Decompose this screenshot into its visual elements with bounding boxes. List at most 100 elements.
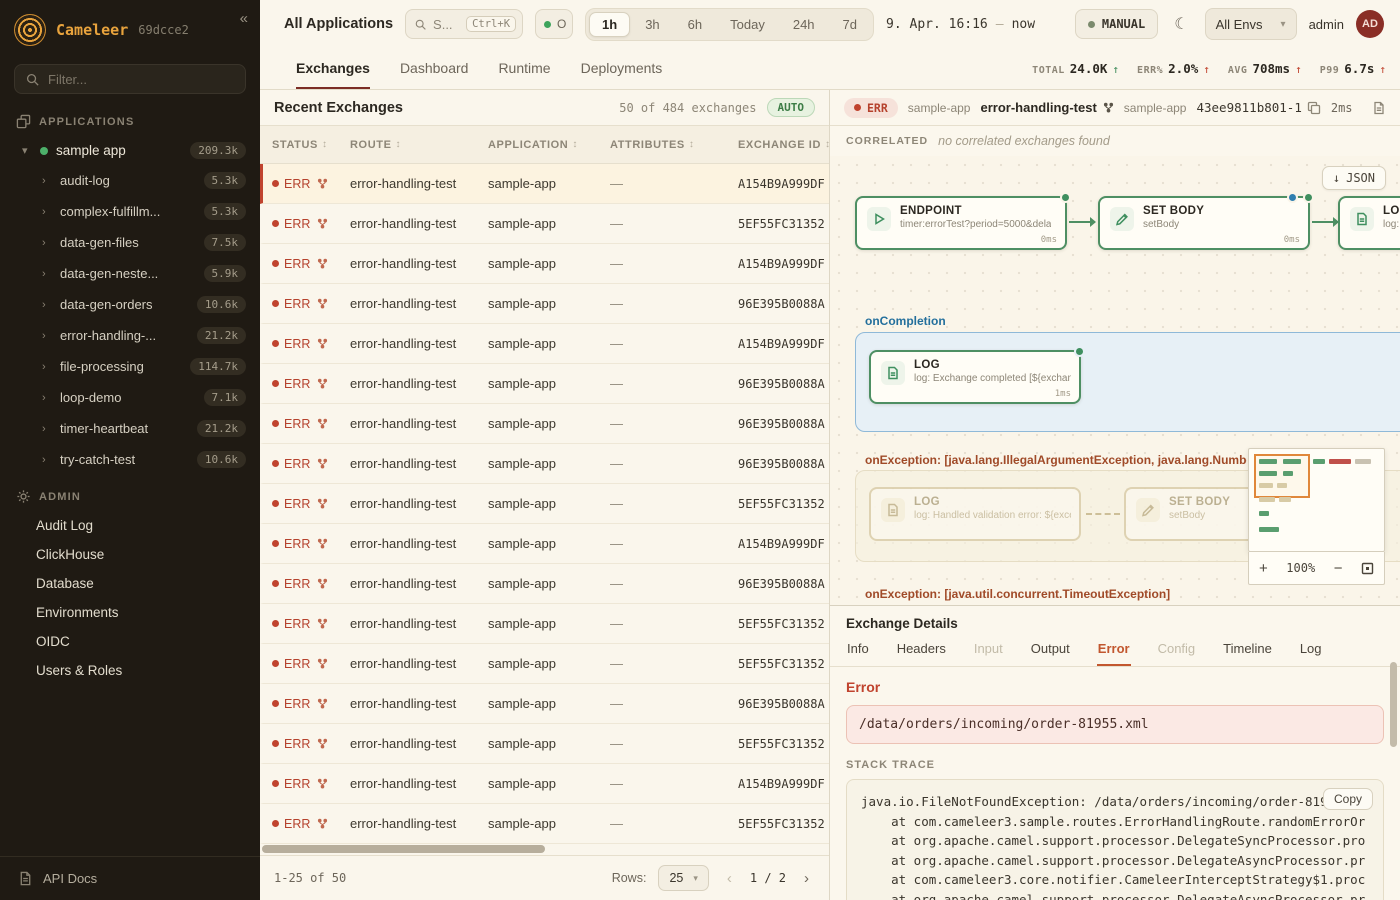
vertical-scrollbar-thumb[interactable] bbox=[1390, 662, 1397, 747]
flow-minimap[interactable] bbox=[1248, 448, 1385, 552]
table-row[interactable]: ERR error-handling-test sample-app — A15… bbox=[260, 244, 829, 284]
table-row[interactable]: ERR error-handling-test sample-app — 5EF… bbox=[260, 204, 829, 244]
copy-icon[interactable] bbox=[1307, 101, 1321, 115]
table-row[interactable]: ERR error-handling-test sample-app — 96E… bbox=[260, 684, 829, 724]
sidebar-filter-input[interactable] bbox=[14, 64, 246, 94]
copy-button[interactable]: Copy bbox=[1323, 788, 1373, 810]
details-tab[interactable]: Output bbox=[1030, 639, 1071, 666]
details-tab[interactable]: Input bbox=[973, 639, 1004, 666]
time-range-button[interactable]: 3h bbox=[632, 12, 672, 37]
route-flow-canvas[interactable]: ↓ JSON ENDPOINT timer:errorTest?period=5… bbox=[830, 156, 1400, 605]
filter-input[interactable] bbox=[48, 72, 235, 87]
live-toggle[interactable]: O bbox=[535, 9, 573, 39]
sidebar-admin-item[interactable]: Environments bbox=[0, 598, 260, 627]
sidebar-route-item[interactable]: › error-handling-... 21.2k bbox=[0, 320, 260, 351]
flow-node-completion-log[interactable]: LOG log: Exchange completed [${exchan 1m… bbox=[869, 350, 1081, 404]
auto-refresh-badge[interactable]: AUTO bbox=[767, 98, 816, 117]
sort-icon[interactable]: ↕ bbox=[689, 139, 695, 150]
sidebar-route-item[interactable]: › data-gen-neste... 5.9k bbox=[0, 258, 260, 289]
download-json-button[interactable]: ↓ JSON bbox=[1322, 166, 1386, 190]
table-row[interactable]: ERR error-handling-test sample-app — A15… bbox=[260, 324, 829, 364]
time-range-button[interactable]: 24h bbox=[780, 12, 828, 37]
sidebar-collapse-button[interactable]: « bbox=[240, 10, 248, 27]
rows-per-page-select[interactable]: 25 ▾ bbox=[658, 865, 708, 891]
manual-mode-button[interactable]: MANUAL bbox=[1075, 9, 1158, 39]
table-row[interactable]: ERR error-handling-test sample-app — 96E… bbox=[260, 444, 829, 484]
sidebar-route-item[interactable]: › data-gen-files 7.5k bbox=[0, 227, 260, 258]
sidebar-route-item[interactable]: › complex-fulfillm... 5.3k bbox=[0, 196, 260, 227]
flow-node-endpoint[interactable]: ENDPOINT timer:errorTest?period=5000&del… bbox=[855, 196, 1067, 250]
details-tab[interactable]: Error bbox=[1097, 639, 1131, 666]
sidebar-admin-item[interactable]: ClickHouse bbox=[0, 540, 260, 569]
column-header[interactable]: ROUTE ↕ bbox=[350, 139, 488, 151]
table-row[interactable]: ERR error-handling-test sample-app — 96E… bbox=[260, 564, 829, 604]
next-page-button[interactable]: › bbox=[798, 868, 815, 889]
table-row[interactable]: ERR error-handling-test sample-app — 5EF… bbox=[260, 644, 829, 684]
sidebar-route-item[interactable]: › timer-heartbeat 21.2k bbox=[0, 413, 260, 444]
chevron-down-icon[interactable]: ▾ bbox=[22, 144, 32, 157]
node-status-dot-icon bbox=[1074, 346, 1085, 357]
column-header[interactable]: EXCHANGE ID ↕ bbox=[738, 139, 829, 151]
log-document-icon[interactable] bbox=[1372, 101, 1386, 115]
sidebar-item-sample-app[interactable]: ▾ sample app 209.3k bbox=[0, 136, 260, 165]
nav-tab[interactable]: Deployments bbox=[581, 48, 663, 89]
sidebar-route-item[interactable]: › audit-log 5.3k bbox=[0, 165, 260, 196]
table-row[interactable]: ERR error-handling-test sample-app — 96E… bbox=[260, 404, 829, 444]
sidebar-api-docs[interactable]: API Docs bbox=[0, 856, 260, 900]
column-header[interactable]: STATUS ↕ bbox=[272, 139, 350, 151]
table-row[interactable]: ERR error-handling-test sample-app — 5EF… bbox=[260, 484, 829, 524]
table-row[interactable]: ERR error-handling-test sample-app — A15… bbox=[260, 764, 829, 804]
time-range-button[interactable]: 7d bbox=[830, 12, 870, 37]
table-row[interactable]: ERR error-handling-test sample-app — 96E… bbox=[260, 364, 829, 404]
stat-label: AVG bbox=[1228, 65, 1248, 76]
column-header[interactable]: ATTRIBUTES ↕ bbox=[610, 139, 738, 151]
avatar[interactable]: AD bbox=[1356, 10, 1384, 38]
dark-mode-toggle-moon-icon[interactable]: ☾ bbox=[1170, 14, 1192, 34]
sort-icon[interactable]: ↕ bbox=[825, 139, 829, 150]
flow-node-log[interactable]: LOG log: Sta bbox=[1338, 196, 1400, 250]
sidebar-admin-item[interactable]: Users & Roles bbox=[0, 656, 260, 685]
sort-icon[interactable]: ↕ bbox=[572, 139, 578, 150]
details-tab[interactable]: Info bbox=[846, 639, 870, 666]
sidebar-route-item[interactable]: › file-processing 114.7k bbox=[0, 351, 260, 382]
nav-tab[interactable]: Exchanges bbox=[296, 48, 370, 89]
nav-tab[interactable]: Runtime bbox=[498, 48, 550, 89]
table-row[interactable]: ERR error-handling-test sample-app — 5EF… bbox=[260, 724, 829, 764]
details-tab[interactable]: Log bbox=[1299, 639, 1323, 666]
details-tab[interactable]: Headers bbox=[896, 639, 947, 666]
environment-select[interactable]: All Envs ▾ bbox=[1205, 8, 1297, 40]
nav-tab[interactable]: Dashboard bbox=[400, 48, 469, 89]
sort-icon[interactable]: ↕ bbox=[322, 139, 328, 150]
table-row[interactable]: ERR error-handling-test sample-app — A15… bbox=[260, 524, 829, 564]
details-tab[interactable]: Timeline bbox=[1222, 639, 1273, 666]
stack-trace-line: at com.cameleer3.sample.routes.ErrorHand… bbox=[861, 812, 1369, 832]
search-placeholder: S... bbox=[433, 17, 453, 32]
date-range-picker[interactable]: 9. Apr. 16:16 — now bbox=[886, 17, 1035, 32]
fit-view-icon[interactable] bbox=[1361, 562, 1374, 575]
search-input[interactable]: S... Ctrl+K bbox=[405, 9, 523, 39]
sidebar-admin-item[interactable]: OIDC bbox=[0, 627, 260, 656]
time-range-button[interactable]: 6h bbox=[675, 12, 715, 37]
sort-icon[interactable]: ↕ bbox=[396, 139, 402, 150]
zoom-out-button[interactable]: − bbox=[1334, 561, 1343, 576]
flow-node-exception-log[interactable]: LOG log: Handled validation error: ${exc… bbox=[869, 487, 1081, 541]
time-range-button[interactable]: 1h bbox=[589, 12, 630, 37]
sidebar-route-item[interactable]: › data-gen-orders 10.6k bbox=[0, 289, 260, 320]
sidebar-route-item[interactable]: › loop-demo 7.1k bbox=[0, 382, 260, 413]
table-row[interactable]: ERR error-handling-test sample-app — 96E… bbox=[260, 284, 829, 324]
table-row[interactable]: ERR error-handling-test sample-app — A15… bbox=[260, 164, 829, 204]
details-tab[interactable]: Config bbox=[1157, 639, 1197, 666]
node-title: LOG bbox=[914, 359, 1071, 371]
table-row[interactable]: ERR error-handling-test sample-app — 5EF… bbox=[260, 604, 829, 644]
flow-node-set-body[interactable]: SET BODY setBody 0ms bbox=[1098, 196, 1310, 250]
table-row[interactable]: ERR error-handling-test sample-app — 5EF… bbox=[260, 804, 829, 844]
zoom-in-button[interactable]: + bbox=[1259, 561, 1268, 576]
horizontal-scrollbar-thumb[interactable] bbox=[262, 845, 545, 853]
prev-page-button[interactable]: ‹ bbox=[721, 868, 738, 889]
time-range-button[interactable]: Today bbox=[717, 12, 778, 37]
route-cell: error-handling-test bbox=[350, 536, 488, 551]
sidebar-route-item[interactable]: › try-catch-test 10.6k bbox=[0, 444, 260, 475]
sidebar-admin-item[interactable]: Audit Log bbox=[0, 511, 260, 540]
sidebar-admin-item[interactable]: Database bbox=[0, 569, 260, 598]
column-header[interactable]: APPLICATION ↕ bbox=[488, 139, 610, 151]
